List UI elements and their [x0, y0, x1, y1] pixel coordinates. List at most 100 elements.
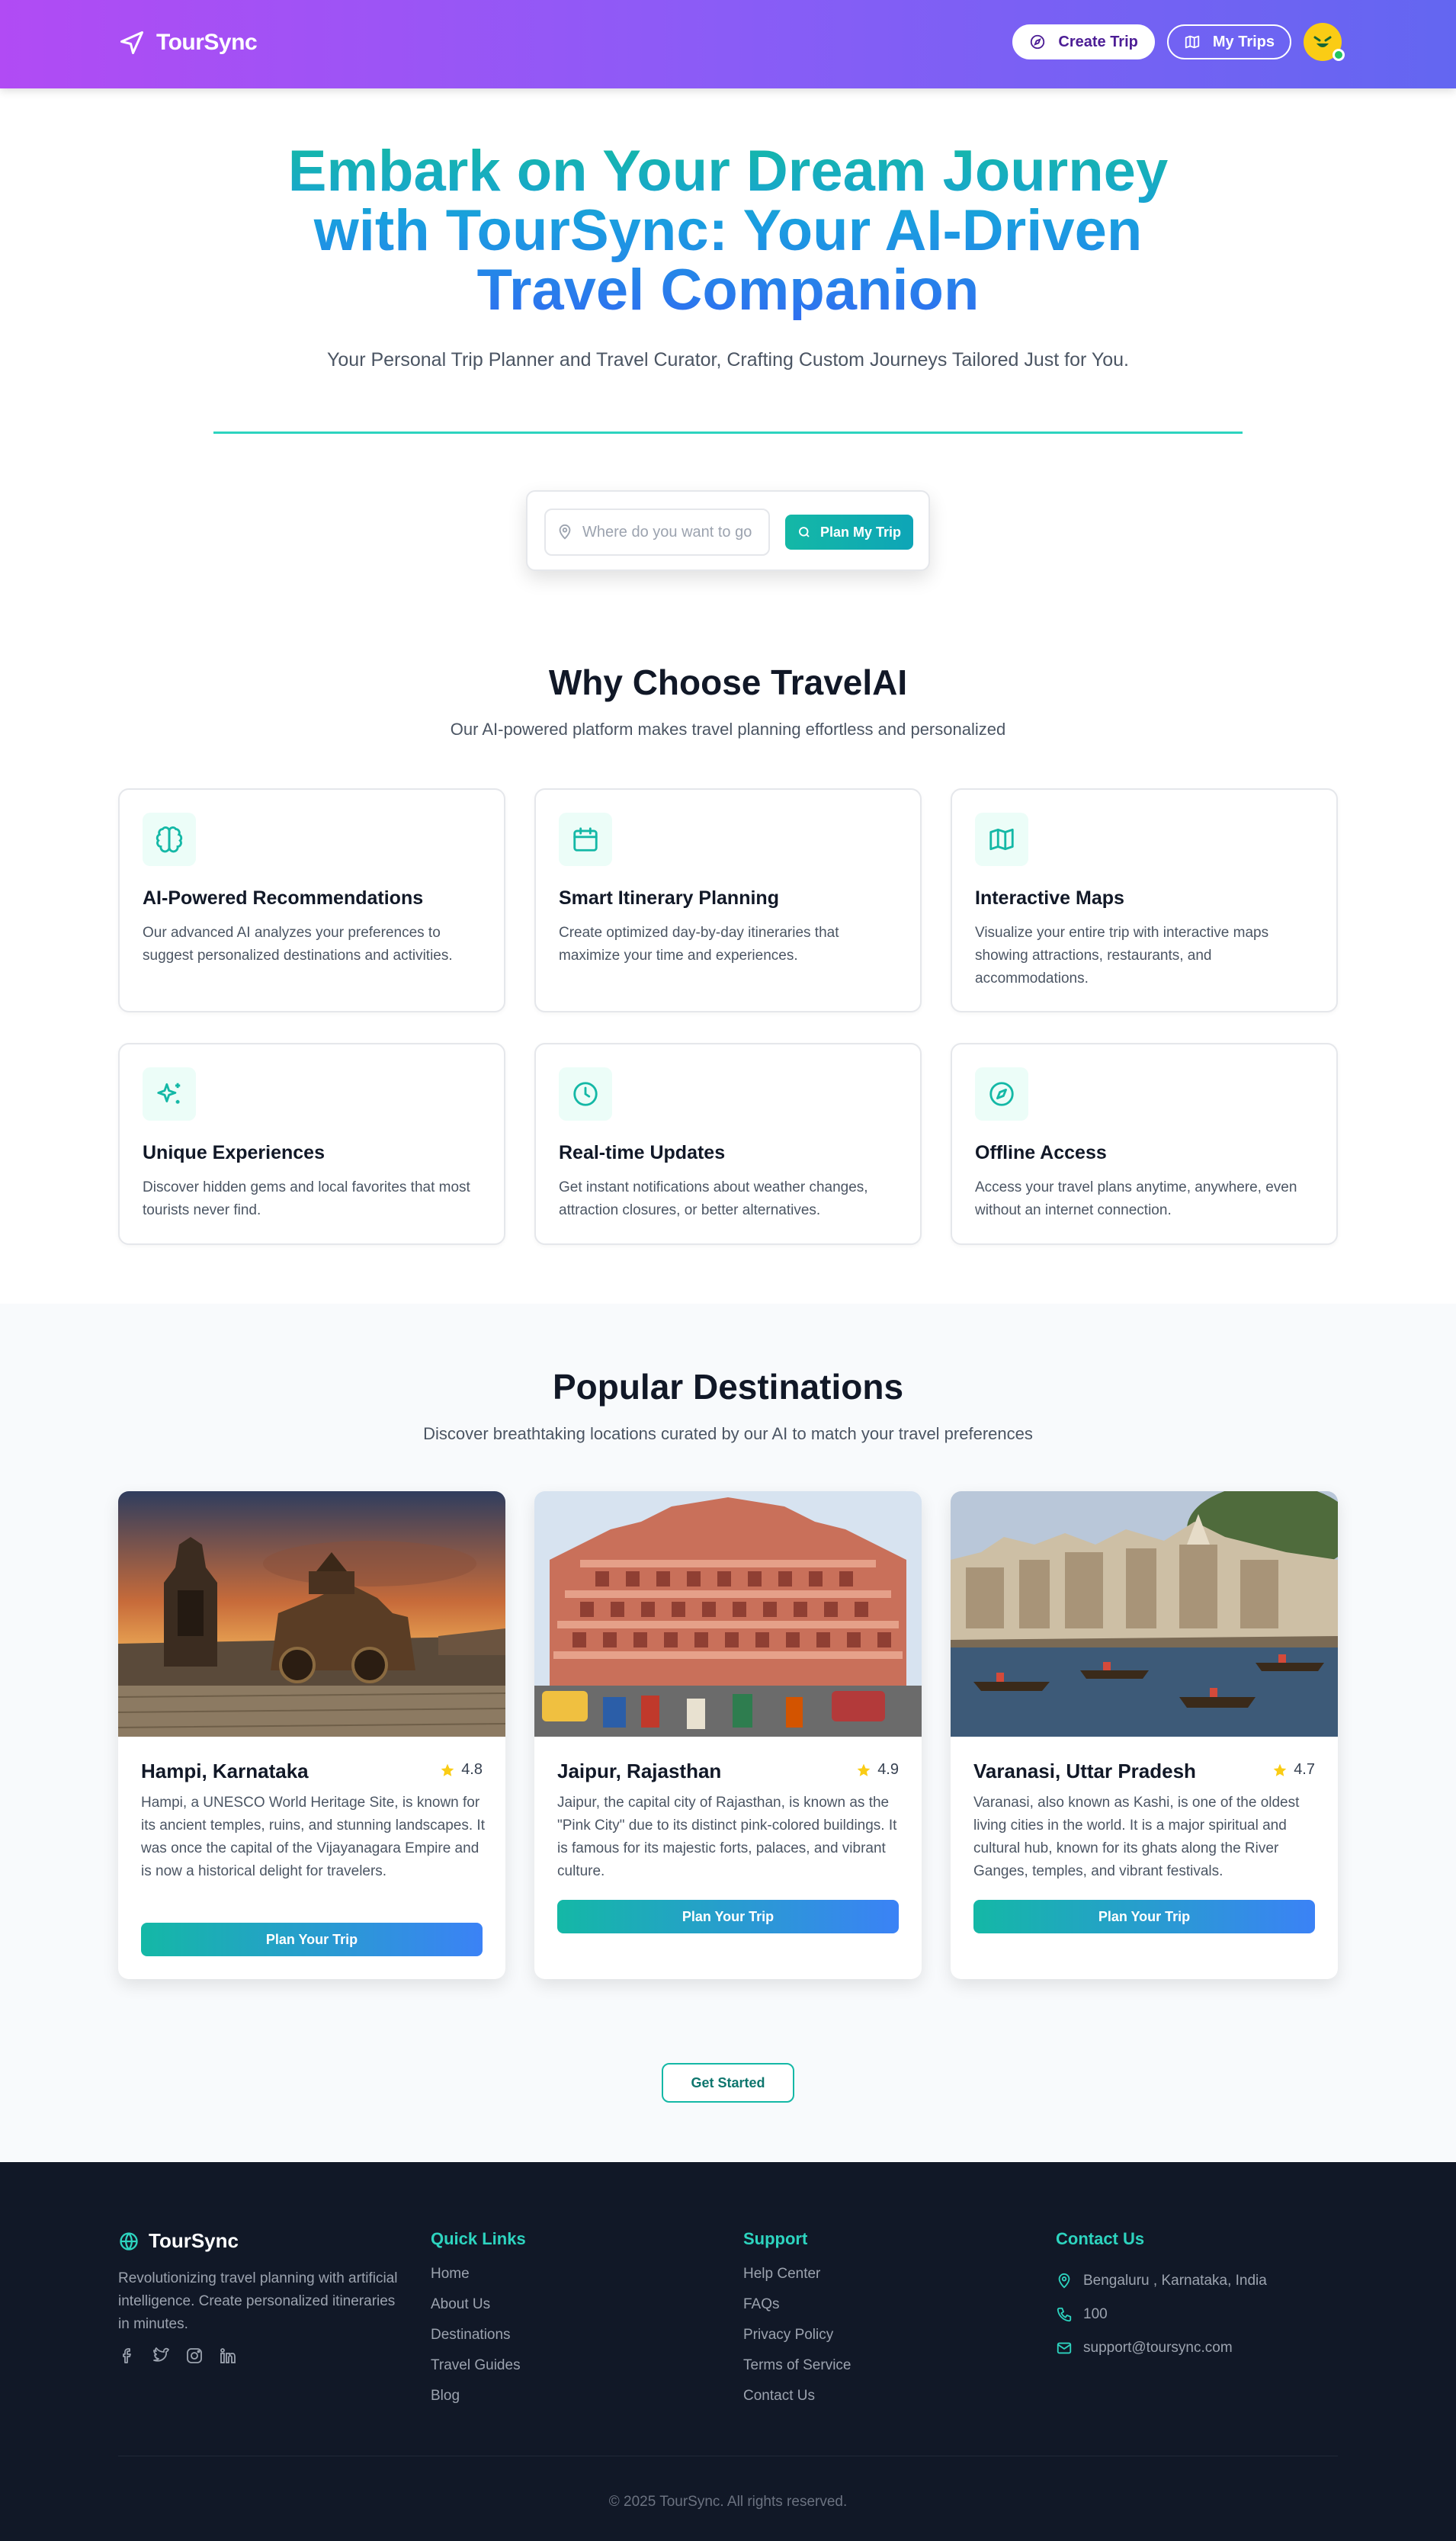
location-pin-icon — [1058, 2273, 1070, 2289]
feature-card-realtime-updates: Real-time Updates Get instant notificati… — [534, 1043, 922, 1245]
mail-icon — [1057, 2342, 1072, 2354]
my-trips-button[interactable]: My Trips — [1166, 24, 1291, 59]
footer-link-home[interactable]: Home — [431, 2264, 526, 2295]
instagram-icon[interactable] — [185, 2347, 204, 2365]
plan-my-trip-button[interactable]: Plan My Trip — [785, 515, 913, 550]
feature-card-offline-access: Offline Access Access your travel plans … — [951, 1043, 1338, 1245]
user-avatar[interactable] — [1304, 23, 1345, 61]
footer-link-contact[interactable]: Contact Us — [743, 2386, 851, 2417]
why-section-subtitle: Our AI-powered platform makes travel pla… — [450, 720, 1006, 739]
footer-link-faqs[interactable]: FAQs — [743, 2295, 851, 2325]
my-trips-label: My Trips — [1212, 33, 1275, 50]
feature-description: Access your travel plans anytime, anywhe… — [975, 1179, 1297, 1218]
feature-card-itinerary: Smart Itinerary Planning Create optimize… — [534, 788, 922, 1012]
destination-card-hampi: Hampi, Karnataka 4.8 Hampi, a UNESCO Wor… — [118, 1491, 505, 1979]
phone-text: 100 — [1083, 2306, 1108, 2322]
footer-link-privacy[interactable]: Privacy Policy — [743, 2325, 851, 2356]
support-title: Support — [743, 2229, 808, 2248]
destination-search-panel: Where do you want to go Plan My Trip — [526, 490, 930, 571]
footer-brand[interactable]: TourSync — [118, 2229, 239, 2253]
footer-link-blog[interactable]: Blog — [431, 2386, 526, 2417]
feature-card-unique-experiences: Unique Experiences Discover hidden gems … — [118, 1043, 505, 1245]
get-started-button[interactable]: Get Started — [662, 2063, 794, 2103]
compass-icon — [1031, 34, 1045, 50]
footer-description: Revolutionizing travel planning with art… — [118, 2270, 398, 2332]
email-text: support@toursync.com — [1083, 2340, 1233, 2356]
destination-search-input[interactable]: Where do you want to go — [544, 509, 770, 556]
feature-description: Discover hidden gems and local favorites… — [143, 1179, 470, 1218]
map-icon — [989, 828, 1014, 851]
phone-icon — [1057, 2307, 1072, 2322]
facebook-icon[interactable] — [118, 2347, 136, 2365]
destination-rating: 4.8 — [440, 1761, 483, 1779]
feature-icon-box — [143, 1067, 196, 1121]
feature-title: Interactive Maps — [975, 887, 1124, 909]
address-text: Bengaluru , Karnataka, India — [1083, 2273, 1267, 2289]
destinations-title: Popular Destinations — [552, 1367, 904, 1407]
destination-card-varanasi: Varanasi, Uttar Pradesh 4.7 Varanasi, al… — [951, 1491, 1338, 1979]
footer-link-travel-guides[interactable]: Travel Guides — [431, 2356, 526, 2386]
contact-title: Contact Us — [1056, 2229, 1145, 2248]
star-icon — [441, 1763, 454, 1776]
destinations-subtitle: Discover breathtaking locations curated … — [423, 1424, 1033, 1443]
feature-description: Visualize your entire trip with interact… — [975, 925, 1269, 987]
footer-link-about[interactable]: About Us — [431, 2295, 526, 2325]
hero-divider — [213, 432, 1243, 434]
globe-icon — [120, 2231, 138, 2251]
brand-logo[interactable]: TourSync — [118, 29, 258, 56]
brand-name: TourSync — [156, 30, 258, 55]
feature-title: AI-Powered Recommendations — [143, 887, 424, 909]
plan-your-trip-button-hampi[interactable]: Plan Your Trip — [141, 1923, 483, 1956]
feature-description: Create optimized day-by-day itineraries … — [559, 925, 839, 964]
destination-image-varanasi — [951, 1491, 1338, 1737]
map-icon — [1185, 35, 1200, 49]
search-placeholder: Where do you want to go — [582, 523, 752, 541]
top-navbar: TourSync Create Trip My Trips — [0, 0, 1456, 88]
star-icon — [1273, 1763, 1287, 1776]
plan-your-trip-button-varanasi[interactable]: Plan Your Trip — [973, 1900, 1315, 1933]
footer-link-destinations[interactable]: Destinations — [431, 2325, 526, 2356]
clock-icon — [573, 1082, 598, 1106]
contact-address: Bengaluru , Karnataka, India — [1056, 2264, 1267, 2298]
destination-image-jaipur — [534, 1491, 922, 1737]
destination-name: Varanasi, Uttar Pradesh — [973, 1760, 1196, 1782]
contact-phone[interactable]: 100 — [1056, 2298, 1267, 2331]
create-trip-label: Create Trip — [1058, 33, 1138, 50]
hero-title-line-3: Travel Companion — [476, 258, 980, 322]
search-icon — [799, 527, 810, 537]
feature-description: Get instant notifications about weather … — [559, 1179, 868, 1218]
destination-image-hampi — [118, 1491, 505, 1737]
feature-card-ai-recommendations: AI-Powered Recommendations Our advanced … — [118, 788, 505, 1012]
plan-your-trip-button-jaipur[interactable]: Plan Your Trip — [557, 1900, 899, 1933]
copyright-text: © 2025 TourSync. All rights reserved. — [608, 2494, 848, 2510]
hero-subtitle: Your Personal Trip Planner and Travel Cu… — [327, 349, 1129, 371]
destination-description: Varanasi, also known as Kashi, is one of… — [973, 1795, 1300, 1879]
feature-icon-box — [975, 813, 1028, 866]
rating-value: 4.7 — [1294, 1761, 1315, 1778]
quick-links-title: Quick Links — [431, 2229, 526, 2248]
paper-plane-icon — [120, 31, 143, 54]
feature-card-interactive-maps: Interactive Maps Visualize your entire t… — [951, 788, 1338, 1012]
footer-link-terms[interactable]: Terms of Service — [743, 2356, 851, 2386]
sparkles-icon — [157, 1083, 181, 1104]
rating-value: 4.8 — [461, 1761, 483, 1778]
footer-brand-name: TourSync — [149, 2229, 239, 2252]
destination-description: Hampi, a UNESCO World Heritage Site, is … — [141, 1795, 485, 1879]
star-icon — [857, 1763, 871, 1776]
feature-title: Offline Access — [975, 1142, 1107, 1163]
feature-title: Real-time Updates — [559, 1142, 726, 1163]
twitter-icon[interactable] — [152, 2347, 170, 2365]
create-trip-button[interactable]: Create Trip — [1012, 24, 1155, 59]
destination-name: Hampi, Karnataka — [141, 1760, 309, 1782]
hero-title: Embark on Your Dream Journey with TourSy… — [229, 142, 1227, 320]
feature-description: Our advanced AI analyzes your preference… — [143, 925, 453, 964]
why-section-title: Why Choose TravelAI — [548, 663, 908, 702]
hero-title-line-1: Embark on Your Dream Journey — [287, 139, 1169, 204]
footer: TourSync Revolutionizing travel planning… — [0, 2162, 1456, 2541]
contact-email[interactable]: support@toursync.com — [1056, 2331, 1267, 2365]
quick-links-column: Quick Links Home About Us Destinations T… — [431, 2229, 526, 2417]
footer-link-help-center[interactable]: Help Center — [743, 2264, 851, 2295]
linkedin-icon[interactable] — [219, 2347, 237, 2365]
brain-icon — [156, 826, 183, 853]
location-pin-icon — [559, 524, 571, 540]
